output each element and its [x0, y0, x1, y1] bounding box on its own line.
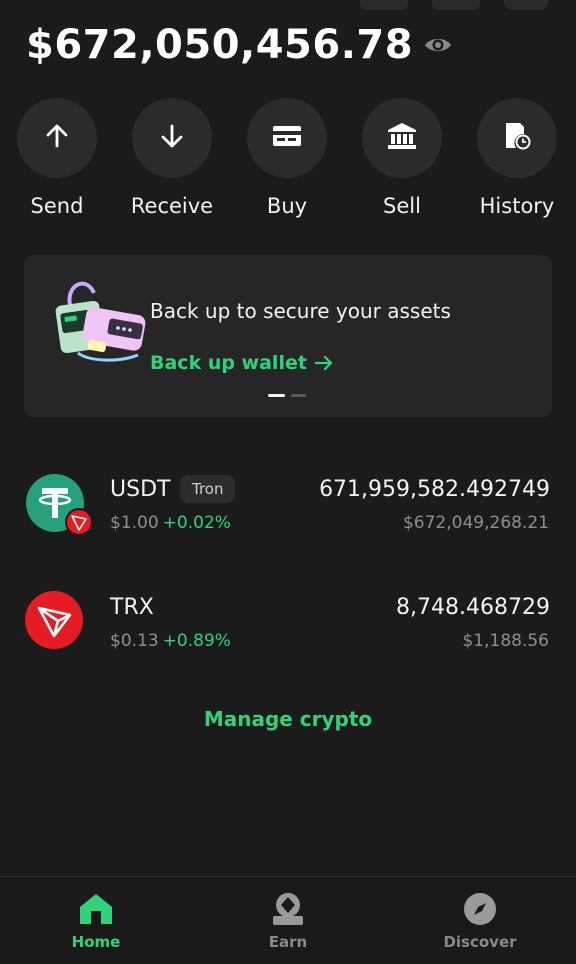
receive-label: Receive — [130, 194, 214, 218]
asset-unit-price: $1.00 — [110, 513, 159, 533]
arrow-up-icon — [44, 123, 70, 153]
total-balance: $672,050,456.78 — [26, 22, 414, 68]
wallet-illustration-icon — [48, 275, 160, 367]
backup-banner[interactable]: Back up to secure your assets Back up wa… — [24, 255, 552, 417]
compass-icon — [462, 891, 498, 927]
asset-row-usdt[interactable]: USDT Tron $1.00 +0.02% 671,959,582.492749… — [0, 473, 576, 543]
send-circle[interactable] — [17, 98, 97, 178]
nav-home-label: Home — [71, 933, 121, 951]
buy-label: Buy — [266, 194, 308, 218]
top-toolbar — [0, 0, 576, 12]
asset-change: +0.02% — [162, 513, 231, 533]
arrow-right-icon — [314, 355, 333, 371]
carousel-indicator — [268, 394, 306, 397]
asset-change: +0.89% — [162, 631, 231, 651]
toolbar-button[interactable] — [504, 0, 548, 10]
asset-unit-price: $0.13 — [110, 631, 159, 651]
backup-wallet-link[interactable]: Back up wallet — [150, 352, 333, 374]
asset-amount: 671,959,582.492749 — [319, 477, 550, 502]
nav-home[interactable]: Home — [0, 877, 192, 964]
history-button[interactable]: History — [477, 98, 557, 218]
eye-icon[interactable] — [423, 34, 453, 56]
buy-button[interactable]: Buy — [247, 98, 327, 218]
banner-title: Back up to secure your assets — [150, 299, 451, 323]
nav-earn-label: Earn — [268, 933, 308, 951]
asset-amount: 8,748.468729 — [396, 595, 550, 620]
send-label: Send — [30, 194, 84, 218]
asset-symbol: USDT — [110, 477, 171, 502]
sell-label: Sell — [383, 194, 421, 218]
history-label: History — [479, 194, 555, 218]
asset-price: $0.13 +0.89% — [110, 631, 231, 651]
nav-discover[interactable]: Discover — [384, 877, 576, 964]
receive-circle[interactable] — [132, 98, 212, 178]
sell-circle[interactable] — [362, 98, 442, 178]
asset-value: $672,049,268.21 — [402, 513, 549, 533]
toolbar-button[interactable] — [432, 0, 480, 10]
carousel-dot[interactable] — [291, 394, 306, 397]
asset-row-trx[interactable]: TRX $0.13 +0.89% 8,748.468729 $1,188.56 — [0, 591, 576, 661]
earn-icon — [270, 891, 306, 927]
buy-circle[interactable] — [247, 98, 327, 178]
arrow-down-icon — [159, 123, 185, 153]
sell-button[interactable]: Sell — [362, 98, 442, 218]
send-button[interactable]: Send — [17, 98, 97, 218]
receive-button[interactable]: Receive — [130, 98, 214, 218]
trx-icon — [25, 591, 85, 651]
bottom-nav: Home Earn Discover — [0, 876, 576, 964]
history-icon — [502, 121, 532, 155]
asset-price: $1.00 +0.02% — [110, 513, 231, 533]
manage-crypto-button[interactable]: Manage crypto — [0, 707, 576, 731]
quick-actions: Send Receive Buy Sell History — [0, 98, 576, 218]
network-badge: Tron — [180, 475, 236, 503]
history-circle[interactable] — [477, 98, 557, 178]
usdt-icon — [25, 473, 93, 536]
carousel-dot-active[interactable] — [268, 394, 285, 397]
asset-value: $1,188.56 — [462, 631, 549, 651]
bank-icon — [387, 122, 417, 154]
asset-symbol: TRX — [110, 595, 154, 620]
home-icon — [78, 891, 114, 927]
toolbar-button[interactable] — [360, 0, 408, 10]
backup-wallet-label: Back up wallet — [150, 352, 307, 374]
nav-earn[interactable]: Earn — [192, 877, 384, 964]
nav-discover-label: Discover — [443, 933, 517, 951]
balance-row: $672,050,456.78 — [26, 20, 453, 70]
card-icon — [272, 124, 302, 152]
